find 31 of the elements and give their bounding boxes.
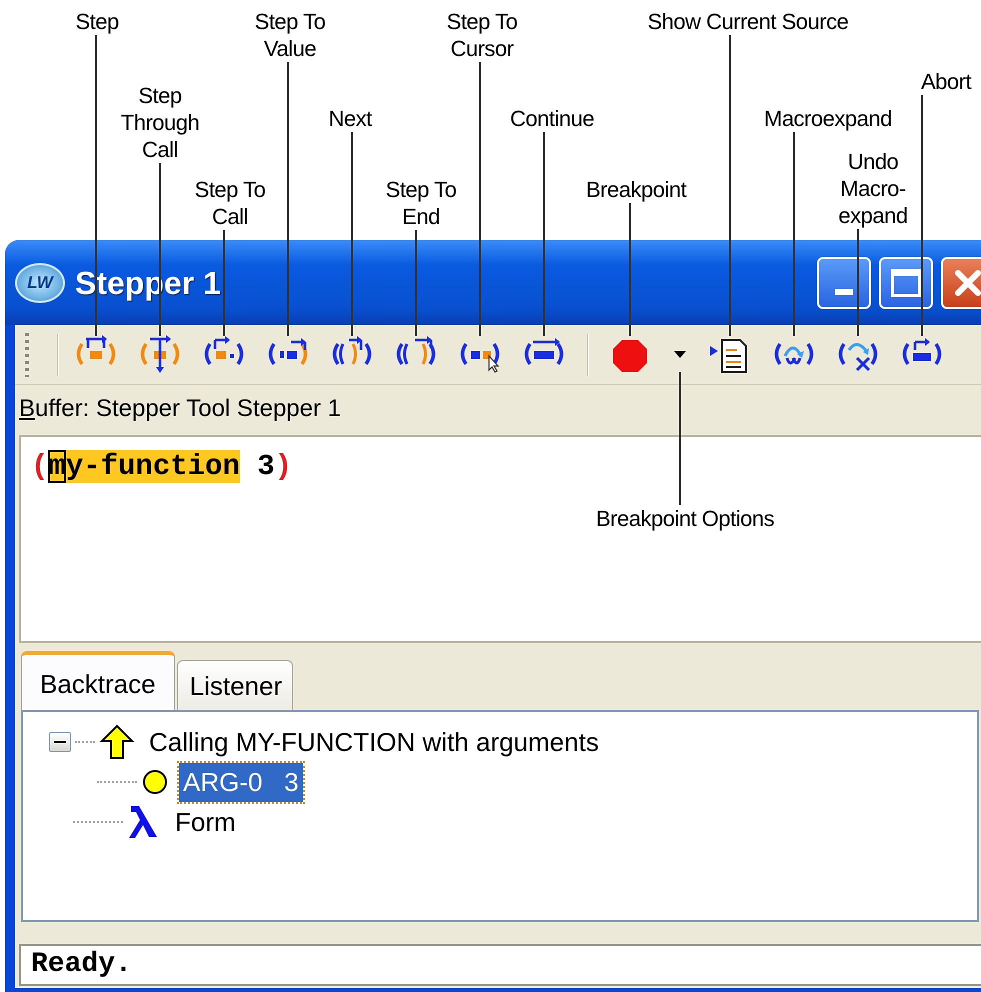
callout-label: Step To End [384, 176, 458, 230]
minimize-button[interactable] [817, 256, 871, 308]
tab[interactable]: Backtrace [21, 651, 175, 710]
callout-label: Step To Cursor [446, 8, 518, 62]
tab[interactable]: Listener [176, 660, 294, 710]
toolbar-grip[interactable] [25, 332, 29, 376]
callout-label: Continue [510, 105, 594, 132]
maximize-button[interactable] [879, 256, 933, 308]
callout-label: Step To Value [254, 8, 326, 62]
callout-label: Abort [921, 68, 972, 95]
circle-icon [141, 768, 169, 796]
callout-label: Step [76, 8, 119, 35]
callout-label: Breakpoint [586, 176, 686, 203]
close-button[interactable] [941, 256, 981, 308]
close-icon [953, 268, 981, 298]
tree-item[interactable]: ARG-0 3 [179, 762, 303, 802]
caret-icon [674, 351, 686, 358]
up-arrow-icon [99, 724, 135, 760]
callout-label: Step To Call [194, 176, 266, 230]
callout-label: Next [328, 105, 372, 132]
tree-item[interactable]: Form [171, 802, 240, 842]
tree-item[interactable]: Calling MY-FUNCTION with arguments [145, 722, 603, 762]
callout-label: Step Through Call [120, 82, 200, 163]
collapse-toggle[interactable] [49, 732, 71, 752]
callout-label: Undo Macro-expand [837, 148, 909, 229]
app-logo: LW [15, 262, 65, 302]
callout-label: Breakpoint Options [596, 505, 774, 532]
callout-label: Show Current Source [648, 8, 848, 35]
callout-label: Macroexpand [764, 105, 892, 132]
buffer-label: Buffer: Stepper Tool Stepper 1 [18, 394, 342, 424]
status-message: Ready. [19, 944, 981, 986]
